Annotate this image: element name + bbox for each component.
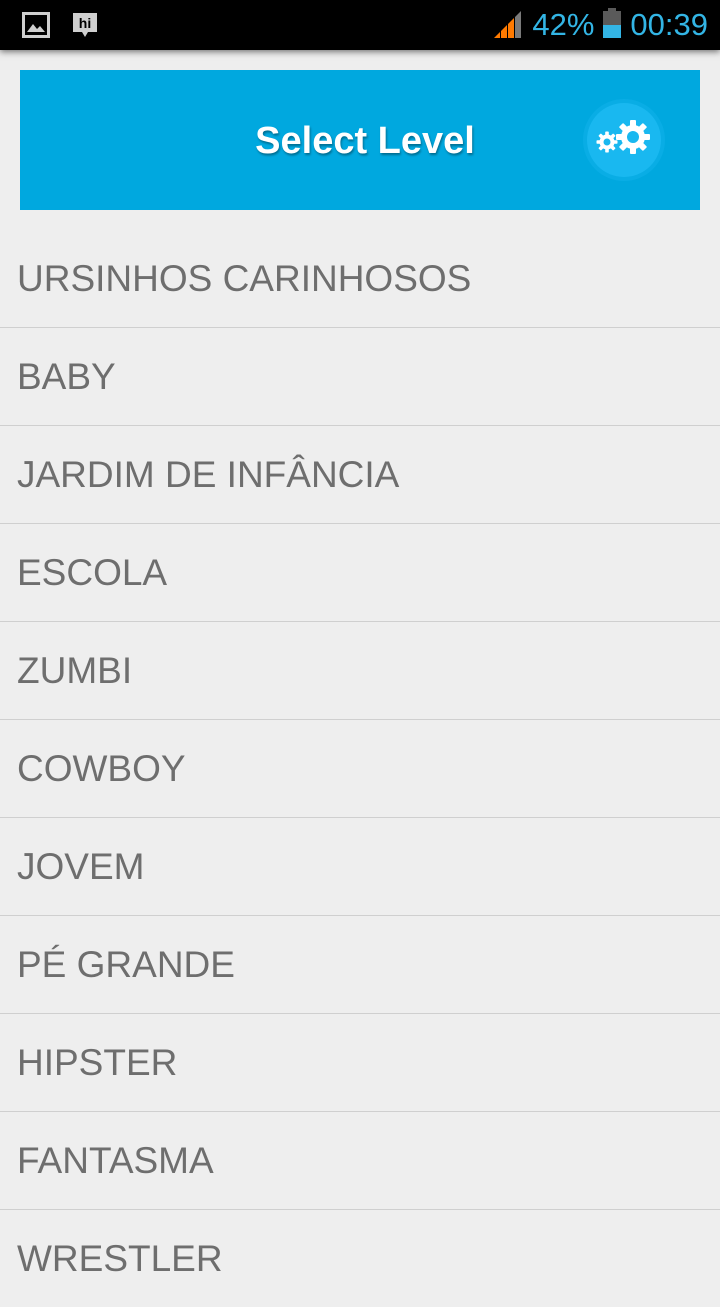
clock: 00:39 [630, 7, 708, 42]
level-item-wrestler[interactable]: WRESTLER [0, 1210, 720, 1307]
level-item-jardim-de-infancia[interactable]: JARDIM DE INFÂNCIA [0, 426, 720, 524]
level-list: URSINHOS CARINHOSOS BABY JARDIM DE INFÂN… [0, 230, 720, 1307]
svg-text:hi: hi [79, 15, 91, 31]
level-item-baby[interactable]: BABY [0, 328, 720, 426]
level-item-pe-grande[interactable]: PÉ GRANDE [0, 916, 720, 1014]
settings-button[interactable] [587, 103, 661, 177]
system-indicators: 42% 00:39 [492, 0, 708, 50]
battery-icon [602, 8, 622, 42]
level-item-hipster[interactable]: HIPSTER [0, 1014, 720, 1112]
signal-icon [492, 8, 524, 42]
level-item-fantasma[interactable]: FANTASMA [0, 1112, 720, 1210]
level-header: Select Level [20, 70, 700, 210]
level-item-ursinhos-carinhosos[interactable]: URSINHOS CARINHOSOS [0, 230, 720, 328]
level-item-zumbi[interactable]: ZUMBI [0, 622, 720, 720]
battery-percent: 42% [532, 7, 595, 42]
gallery-icon [22, 12, 50, 42]
level-item-escola[interactable]: ESCOLA [0, 524, 720, 622]
hi-app-icon: hi [70, 10, 100, 44]
level-item-cowboy[interactable]: COWBOY [0, 720, 720, 818]
level-item-jovem[interactable]: JOVEM [0, 818, 720, 916]
status-bar: hi 42% 00:39 [0, 0, 720, 50]
notification-icons: hi [22, 10, 100, 44]
gears-icon [593, 117, 655, 163]
